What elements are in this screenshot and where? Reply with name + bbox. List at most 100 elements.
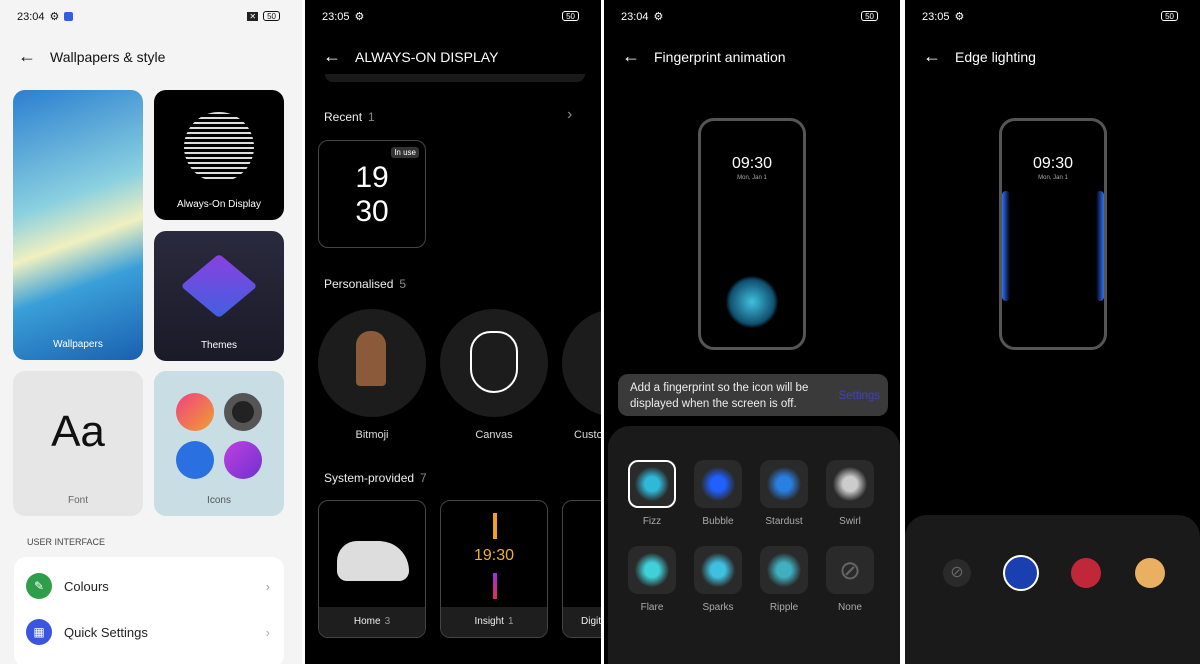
card-label: Themes bbox=[200, 340, 238, 351]
tile-footer: Digit bbox=[563, 607, 601, 637]
animation-label: Bubble bbox=[702, 516, 734, 527]
tile-label: Insight bbox=[474, 616, 504, 627]
chevron-right-icon: › bbox=[265, 578, 270, 594]
canvas-item[interactable] bbox=[440, 309, 548, 417]
layers-icon bbox=[180, 253, 258, 319]
back-arrow-icon[interactable]: ← bbox=[923, 46, 941, 67]
grid-icon: ▦ bbox=[26, 619, 52, 645]
animation-label: Sparks bbox=[702, 602, 734, 613]
page-title: Fingerprint animation bbox=[654, 48, 786, 65]
bitmoji-item[interactable] bbox=[318, 309, 426, 417]
tile-footer: Insight 1 bbox=[441, 607, 547, 637]
back-arrow-icon[interactable]: ← bbox=[18, 46, 36, 67]
home-tile[interactable]: Home 3 bbox=[318, 500, 426, 638]
animation-option-flare[interactable] bbox=[628, 546, 676, 594]
section-label: System-provided bbox=[324, 471, 415, 485]
colours-row[interactable]: ✎ Colours › bbox=[14, 563, 284, 609]
recent-aod-tile[interactable]: In use 19 30 bbox=[318, 140, 426, 248]
animation-label: Ripple bbox=[769, 602, 799, 613]
preview-clock: 09:30 bbox=[1032, 155, 1074, 172]
quick-settings-row[interactable]: ▦ Quick Settings › bbox=[14, 609, 284, 655]
battery: 50 bbox=[1161, 11, 1178, 21]
page-title: Wallpapers & style bbox=[50, 48, 166, 65]
status-right: 50 bbox=[861, 11, 878, 21]
item-label: Bitmoji bbox=[355, 429, 389, 441]
back-arrow-icon[interactable]: ← bbox=[323, 46, 341, 67]
section-count: 1 bbox=[368, 110, 375, 124]
camera-icon bbox=[224, 393, 262, 431]
icons-card[interactable]: Icons bbox=[154, 371, 284, 516]
status-bar: 23:05 ⚙ bbox=[322, 10, 364, 24]
fingerprint-animation-screen: 23:04 ⚙ 50 ← Fingerprint animation 09:30 M… bbox=[604, 0, 900, 664]
face-outline-icon bbox=[470, 331, 518, 393]
insight-tile[interactable]: 19:30 Insight 1 bbox=[440, 500, 548, 638]
card-label: Font bbox=[67, 495, 88, 506]
stardust-animation-icon bbox=[767, 467, 801, 501]
notice-text: Add a fingerprint so the icon will be di… bbox=[630, 382, 809, 410]
preview-clock: 09:30 bbox=[731, 155, 773, 172]
chevron-right-icon: › bbox=[265, 624, 270, 640]
wallpapers-card[interactable]: Wallpapers bbox=[13, 90, 143, 360]
tile-footer: Home 3 bbox=[319, 607, 425, 637]
animation-label: Swirl bbox=[839, 516, 861, 527]
system-header: System-provided 7 bbox=[324, 471, 427, 485]
status-time: 23:04 bbox=[621, 10, 649, 23]
card-label: Wallpapers bbox=[53, 339, 103, 350]
animation-option-sparks[interactable] bbox=[694, 546, 742, 594]
color-sheet bbox=[905, 515, 1200, 664]
themes-card[interactable]: Themes bbox=[154, 231, 284, 361]
font-sample: Aa bbox=[51, 407, 105, 456]
in-use-badge: In use bbox=[391, 147, 419, 158]
flare-animation-icon bbox=[635, 553, 669, 587]
polar-bear-image bbox=[337, 541, 409, 581]
tile-count: 3 bbox=[384, 616, 391, 627]
color-gold-option[interactable] bbox=[1135, 558, 1165, 588]
chevron-right-icon[interactable]: › bbox=[567, 106, 572, 124]
fizz-animation-icon bbox=[726, 276, 778, 328]
digital-tile[interactable]: Digit bbox=[562, 500, 601, 638]
preview-date: Mon, Jan 1 bbox=[1038, 175, 1068, 181]
preview-date: Mon, Jan 1 bbox=[737, 175, 767, 181]
aod-preview-icon bbox=[184, 112, 254, 182]
section-label: Personalised bbox=[324, 277, 394, 291]
settings-icon: ⚙ bbox=[954, 11, 965, 23]
animation-option-ripple[interactable] bbox=[760, 546, 808, 594]
animation-option-fizz[interactable] bbox=[628, 460, 676, 508]
color-red-option[interactable] bbox=[1071, 558, 1101, 588]
settings-icon: ⚙ bbox=[49, 11, 60, 23]
row-label: Colours bbox=[64, 578, 109, 594]
row-label: Quick Settings bbox=[64, 624, 148, 640]
phone-preview: 09:30 Mon, Jan 1 bbox=[698, 118, 806, 350]
always-on-display-screen: 23:05 ⚙ 50 ← ALWAYS-ON DISPLAY Recent 1 › I… bbox=[305, 0, 601, 664]
swirl-animation-icon bbox=[833, 467, 867, 501]
status-bar: 23:05 ⚙ bbox=[922, 10, 965, 24]
settings-icon: ⚙ bbox=[653, 11, 664, 23]
item-label: Canvas bbox=[475, 429, 513, 441]
animation-option-none[interactable]: ⊘ bbox=[826, 546, 874, 594]
color-none-option[interactable]: ⊘ bbox=[943, 559, 971, 587]
status-bar: 23:04 ⚙ bbox=[621, 10, 664, 24]
tile-count: 1 bbox=[507, 616, 514, 627]
divider bbox=[325, 74, 585, 82]
font-card[interactable]: Aa Font bbox=[13, 371, 143, 516]
clock-minute: 30 bbox=[355, 195, 389, 228]
card-label: Icons bbox=[207, 495, 231, 506]
fingerprint-notice: Add a fingerprint so the icon will be di… bbox=[618, 374, 888, 416]
wallpapers-style-screen: 23:04 ⚙ ✕ 50 ← Wallpapers & style Wallpaper… bbox=[0, 0, 302, 664]
animation-option-stardust[interactable] bbox=[760, 460, 808, 508]
contacts-icon bbox=[176, 441, 214, 479]
status-right: ✕ 50 bbox=[247, 11, 280, 21]
color-blue-option[interactable] bbox=[1003, 555, 1039, 591]
animation-label: Fizz bbox=[642, 516, 662, 527]
none-icon: ⊘ bbox=[839, 554, 861, 585]
settings-link[interactable]: Settings bbox=[838, 388, 880, 404]
aod-card[interactable]: Always-On Display bbox=[154, 90, 284, 220]
custom-item[interactable] bbox=[562, 309, 601, 417]
animation-option-bubble[interactable] bbox=[694, 460, 742, 508]
back-arrow-icon[interactable]: ← bbox=[622, 46, 640, 67]
recent-header: Recent 1 bbox=[324, 110, 375, 124]
animation-label: None bbox=[838, 602, 862, 613]
animation-option-swirl[interactable] bbox=[826, 460, 874, 508]
status-bar: 23:04 ⚙ bbox=[17, 10, 74, 23]
section-label: Recent bbox=[324, 110, 363, 124]
